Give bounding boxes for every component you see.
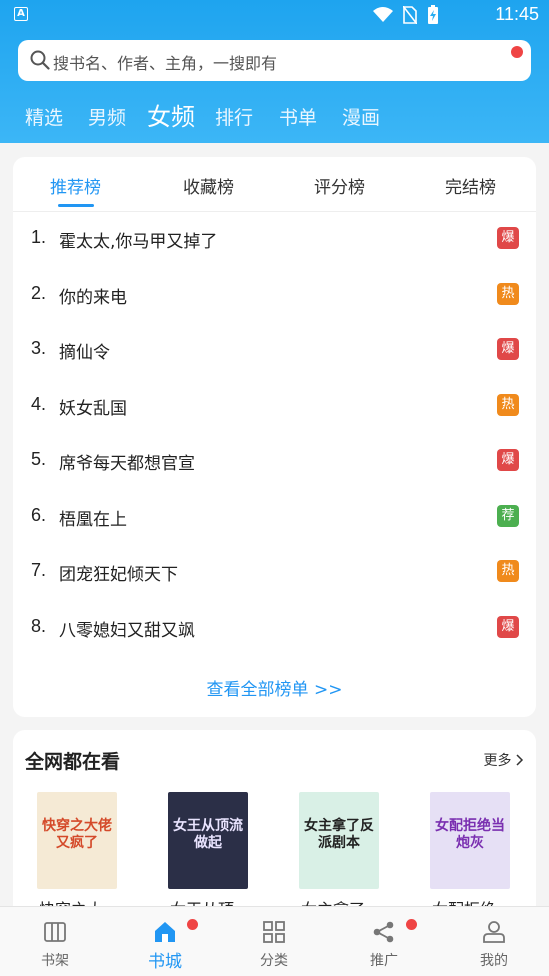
ranking-tabs: 推荐榜 收藏榜 评分榜 完结榜 <box>13 157 536 212</box>
nav-profile[interactable]: 我的 <box>454 907 534 976</box>
book-cover: 快穿之大佬又疯了 <box>37 792 117 889</box>
category-tabs: 精选 男频 女频 排行 书单 漫画 <box>0 97 549 137</box>
rank-tag-badge: 热 <box>497 560 519 582</box>
more-label: 更多 <box>483 753 512 769</box>
search-placeholder: 搜书名、作者、主角，一搜即有 <box>53 54 278 73</box>
book-title: 梧凰在上 <box>59 510 127 530</box>
book-card[interactable]: 女王从顶流做起 女王从顶 <box>168 792 248 919</box>
tab-shudan[interactable]: 书单 <box>279 103 317 130</box>
tab-favorite-rank[interactable]: 收藏榜 <box>183 173 234 198</box>
rank-tag-badge: 爆 <box>497 227 519 249</box>
nav-label: 分类 <box>260 953 288 969</box>
tab-jingxuan[interactable]: 精选 <box>25 103 63 130</box>
tab-paihang[interactable]: 排行 <box>215 103 253 130</box>
rank-tag-badge: 热 <box>497 283 519 305</box>
nav-category[interactable]: 分类 <box>234 907 314 976</box>
rank-tag-badge: 荐 <box>497 505 519 527</box>
tab-nanpin[interactable]: 男频 <box>88 103 126 130</box>
app-notification-icon: A <box>14 7 28 21</box>
nav-promote[interactable]: 推广 <box>344 907 424 976</box>
rank-number: 1. <box>31 227 47 247</box>
search-icon <box>30 50 50 70</box>
cover-text: 快穿之大佬又疯了 <box>42 818 112 851</box>
book-title: 八零媳妇又甜又飒 <box>59 621 195 641</box>
status-time: 11:45 <box>495 4 539 24</box>
bottom-nav: 书架 书城 分类 推广 我的 <box>0 906 549 976</box>
notification-dot <box>511 46 523 58</box>
ranking-row[interactable]: 3. 摘仙令 爆 <box>13 323 536 379</box>
active-tab-indicator <box>58 204 94 207</box>
cover-text: 女王从顶流做起 <box>173 818 243 851</box>
book-card[interactable]: 女配拒绝当炮灰 女配拒绝 <box>430 792 510 919</box>
rank-number: 8. <box>31 616 47 636</box>
nav-label: 推广 <box>370 953 398 969</box>
rank-tag-badge: 爆 <box>497 616 519 638</box>
book-card[interactable]: 快穿之大佬又疯了 快穿之大 <box>37 792 117 919</box>
nav-bookshelf[interactable]: 书架 <box>15 907 95 976</box>
book-cover: 女王从顶流做起 <box>168 792 248 889</box>
ranking-row[interactable]: 4. 妖女乱国 热 <box>13 379 536 435</box>
chevron-right-icon <box>516 754 524 766</box>
ranking-row[interactable]: 5. 席爷每天都想官宣 爆 <box>13 434 536 490</box>
notification-dot <box>406 919 417 930</box>
trending-section: 全网都在看 更多 快穿之大佬又疯了 快穿之大 女王从顶流做起 女王从顶 女主拿了… <box>13 730 536 930</box>
rank-tag-badge: 热 <box>497 394 519 416</box>
notification-dot <box>187 919 198 930</box>
no-sim-icon <box>403 6 417 24</box>
book-title: 摘仙令 <box>59 343 110 363</box>
ranking-row[interactable]: 1. 霍太太,你马甲又掉了 爆 <box>13 212 536 268</box>
status-bar: A 11:45 <box>0 0 549 30</box>
user-icon <box>483 921 505 943</box>
rank-number: 5. <box>31 449 47 469</box>
share-icon <box>373 921 394 943</box>
status-icons <box>373 5 439 25</box>
cover-text: 女配拒绝当炮灰 <box>435 818 505 851</box>
nav-bookstore[interactable]: 书城 <box>125 907 205 976</box>
rank-number: 6. <box>31 505 47 525</box>
view-all-rankings-link[interactable]: 查看全部榜单 >> <box>13 675 536 700</box>
book-card[interactable]: 女主拿了反派剧本 女主拿了 <box>299 792 379 919</box>
wifi-icon <box>373 7 393 22</box>
home-icon <box>155 922 175 942</box>
bookshelf-icon <box>44 922 66 942</box>
nav-label: 书架 <box>41 953 69 969</box>
book-title: 霍太太,你马甲又掉了 <box>59 232 218 252</box>
category-icon <box>263 921 285 943</box>
book-title: 团宠狂妃倾天下 <box>59 565 178 585</box>
tab-completed-rank[interactable]: 完结榜 <box>445 173 496 198</box>
nav-label: 书城 <box>148 952 182 972</box>
rank-number: 4. <box>31 394 47 414</box>
book-title: 你的来电 <box>59 288 127 308</box>
ranking-row[interactable]: 2. 你的来电 热 <box>13 268 536 324</box>
tab-score-rank[interactable]: 评分榜 <box>314 173 365 198</box>
header: A 11:45 搜书名、作者、主角，一搜即有 精选 男频 女频 排行 书单 漫画 <box>0 0 549 143</box>
book-cover: 女配拒绝当炮灰 <box>430 792 510 889</box>
search-bar[interactable]: 搜书名、作者、主角，一搜即有 <box>18 40 531 81</box>
book-title: 妖女乱国 <box>59 399 127 419</box>
ranking-row[interactable]: 8. 八零媳妇又甜又飒 爆 <box>13 601 536 657</box>
rank-number: 2. <box>31 283 47 303</box>
rank-tag-badge: 爆 <box>497 449 519 471</box>
more-link[interactable]: 更多 <box>484 750 524 770</box>
book-title: 席爷每天都想官宣 <box>59 454 195 474</box>
rank-tag-badge: 爆 <box>497 338 519 360</box>
tab-nvpin[interactable]: 女频 <box>147 97 195 132</box>
ranking-card: 推荐榜 收藏榜 评分榜 完结榜 1. 霍太太,你马甲又掉了 爆 2. 你的来电 … <box>13 157 536 717</box>
ranking-row[interactable]: 6. 梧凰在上 荐 <box>13 490 536 546</box>
nav-label: 我的 <box>480 953 508 969</box>
rank-number: 3. <box>31 338 47 358</box>
battery-charging-icon <box>428 5 438 24</box>
tab-manhua[interactable]: 漫画 <box>342 103 380 130</box>
book-cover: 女主拿了反派剧本 <box>299 792 379 889</box>
section-heading: 全网都在看 <box>25 751 121 773</box>
tab-recommend-rank[interactable]: 推荐榜 <box>50 173 101 198</box>
cover-text: 女主拿了反派剧本 <box>304 818 374 851</box>
rank-number: 7. <box>31 560 47 580</box>
ranking-row[interactable]: 7. 团宠狂妃倾天下 热 <box>13 545 536 601</box>
